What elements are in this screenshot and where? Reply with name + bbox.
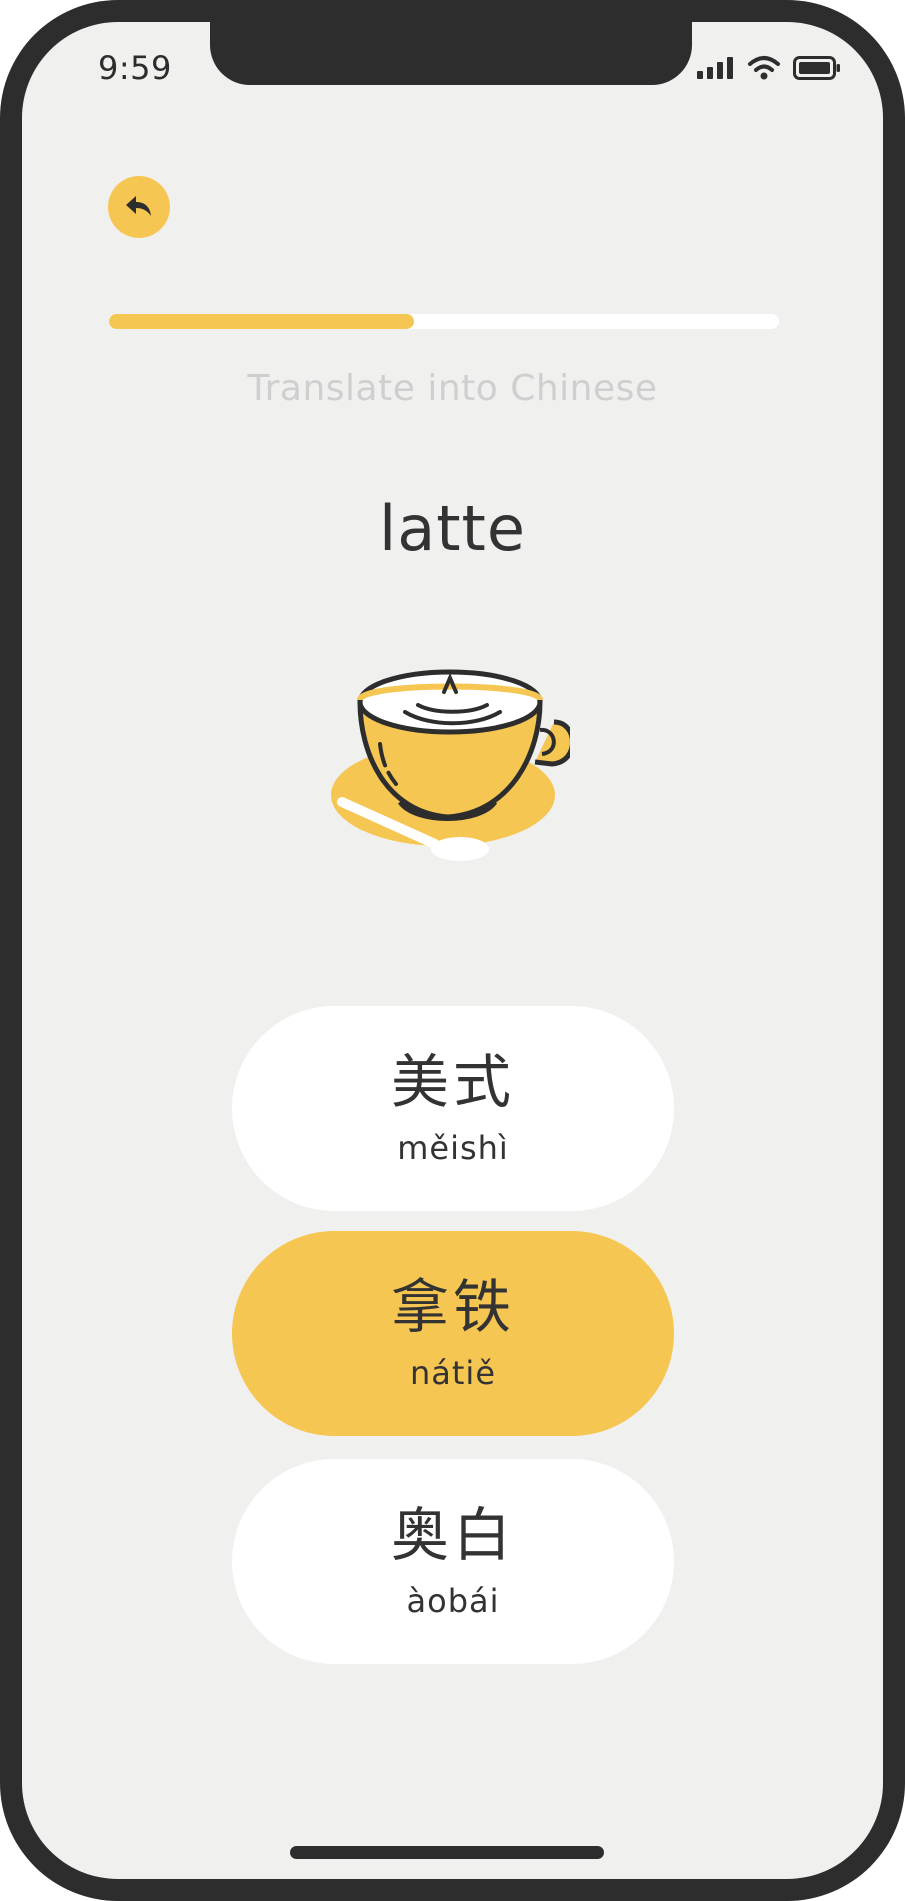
option-pinyin: àobái: [406, 1581, 500, 1620]
app-screen: 9:59 Translate into Chinese latte 美式 měi…: [22, 22, 883, 1879]
progress-bar: [109, 314, 779, 329]
battery-icon: [793, 56, 840, 80]
latte-cup-icon: [331, 669, 570, 861]
answer-option-3[interactable]: 奥白 àobái: [232, 1459, 674, 1664]
home-indicator[interactable]: [290, 1846, 604, 1859]
option-pinyin: nátiě: [409, 1353, 496, 1392]
status-time: 9:59: [98, 49, 172, 87]
back-button[interactable]: [108, 176, 170, 238]
option-hanzi: 美式: [390, 1047, 515, 1116]
progress-fill: [109, 314, 414, 329]
back-arrow-icon: [126, 196, 151, 216]
wifi-icon: [748, 56, 780, 80]
option-hanzi: 拿铁: [390, 1272, 515, 1341]
status-icons: [697, 52, 841, 84]
source-word: latte: [379, 492, 526, 565]
answer-option-2[interactable]: 拿铁 nátiě: [232, 1231, 674, 1436]
instruction-text: Translate into Chinese: [247, 368, 658, 409]
answer-option-1[interactable]: 美式 měishì: [232, 1006, 674, 1211]
phone-frame: 9:59 Translate into Chinese latte 美式 měi…: [0, 0, 905, 1901]
option-hanzi: 奥白: [390, 1500, 515, 1569]
signal-icon: [697, 57, 733, 79]
device-notch: [210, 22, 692, 85]
option-pinyin: měishì: [397, 1128, 509, 1167]
